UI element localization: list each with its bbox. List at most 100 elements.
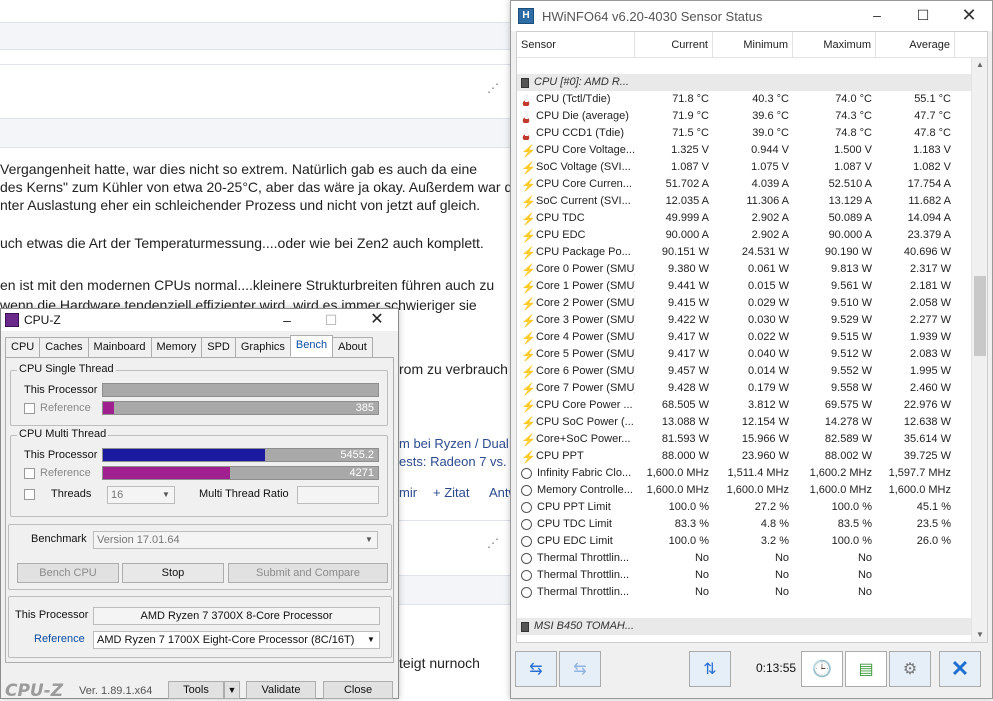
table-row[interactable]: ⚡ CPU EDC 90.000 A 2.902 A 90.000 A 23.379 A [517,227,987,244]
maximize-button[interactable]: ☐ [311,309,351,331]
sensor-group-header[interactable]: CPU [#0]: AMD R... [517,74,987,91]
table-row[interactable]: CPU EDC Limit 100.0 % 3.2 % 100.0 % 26.0 % [517,533,987,550]
column-header-maximum[interactable]: Maximum [793,32,876,57]
table-row[interactable]: Memory Controlle... 1,600.0 MHz 1,600.0 MH… [517,482,987,499]
maximize-button[interactable]: ☐ [900,1,946,31]
table-row[interactable]: Thermal Throttlin... No No No [517,550,987,567]
maximum-value: 74.8 °C [835,127,872,139]
sensor-name: CPU TDC Limit [537,518,612,530]
clock-icon[interactable]: 🕒 [801,651,843,687]
table-row[interactable]: ⚡ CPU SoC Power (... 13.088 W 12.154 W 14.27… [517,414,987,431]
average-value: 2.460 W [910,382,951,394]
table-row[interactable]: ⚡ Core 7 Power (SMU) 9.428 W 0.179 W 9.558 W… [517,380,987,397]
report-add-icon[interactable]: ▤ [845,651,887,687]
nav-right-left-icon[interactable]: ⇆ [559,651,601,687]
table-row[interactable]: ⚡ Core 3 Power (SMU) 9.422 W 0.030 W 9.529 W… [517,312,987,329]
tab-about[interactable]: About [332,337,373,357]
table-row[interactable]: ⚡ Core 5 Power (SMU) 9.417 W 0.040 W 9.512 W… [517,346,987,363]
reference-select[interactable]: AMD Ryzen 7 1700X Eight-Core Processor (… [93,631,380,649]
maximum-value: 90.190 W [824,246,872,258]
table-row[interactable]: CPU PPT Limit 100.0 % 27.2 % 100.0 % 45.1 % [517,499,987,516]
table-row[interactable]: CPU Die (average) 71.9 °C 39.6 °C 74.3 °C 47… [517,108,987,125]
validate-button[interactable]: Validate [246,681,316,699]
signature-link[interactable]: m bei Ryzen / Dual ch [399,436,526,451]
scroll-down-icon[interactable]: ▼ [974,630,986,642]
sensor-group-header[interactable]: MSI B450 TOMAH... [517,618,987,635]
table-row[interactable]: ⚡ Core 4 Power (SMU) 9.417 W 0.022 W 9.515 W… [517,329,987,346]
network-icon[interactable]: ⇅ [689,651,731,687]
minimize-button[interactable]: – [267,309,307,331]
column-header-average[interactable]: Average [876,32,955,57]
tab-graphics[interactable]: Graphics [234,337,291,357]
tools-button[interactable]: Tools [168,681,224,699]
tab-mainboard[interactable]: Mainboard [87,337,152,357]
close-button[interactable]: ✕ [946,1,992,31]
submit-compare-button[interactable]: Submit and Compare [228,563,388,583]
settings-icon[interactable]: ⚙ [889,651,931,687]
close-button[interactable]: Close [323,681,393,699]
tab-caches[interactable]: Caches [39,337,89,357]
reference-label: Reference [40,467,91,479]
table-row[interactable]: ⚡ SoC Voltage (SVI... 1.087 V 1.075 V 1.087 … [517,159,987,176]
table-row[interactable]: CPU (Tctl/Tdie) 71.8 °C 40.3 °C 74.0 °C 55.1… [517,91,987,108]
title-bar[interactable]: CPU-Z – ☐ ✕ [1,309,398,331]
close-button[interactable]: ✕ [357,309,397,331]
sensor-name: Core 2 Power (SMU) [536,297,635,309]
benchmark-version-select[interactable]: Version 17.01.64 ▼ [93,531,378,549]
vertical-scrollbar[interactable]: ▲ ▼ [971,58,987,642]
threads-select[interactable]: 16 ▼ [107,486,175,504]
minimize-button[interactable]: – [854,1,900,31]
table-row[interactable]: ⚡ Core+SoC Power... 81.593 W 15.966 W 82.589… [517,431,987,448]
scroll-thumb[interactable] [974,276,986,356]
nav-left-right-icon[interactable]: ⇆ [515,651,557,687]
table-row[interactable]: ⚡ CPU Package Po... 90.151 W 24.531 W 90.190… [517,244,987,261]
table-row[interactable]: CPU CCD1 (Tdie) 71.5 °C 39.0 °C 74.8 °C 47.8… [517,125,987,142]
reference-checkbox[interactable] [24,403,35,414]
column-header-sensor[interactable]: Sensor [517,32,635,57]
column-header-minimum[interactable]: Minimum [713,32,793,57]
minimum-value: 0.022 W [748,331,789,343]
chevron-down-icon: ▼ [367,635,375,644]
stop-button[interactable]: Stop [122,563,224,583]
table-row[interactable]: ⚡ CPU Core Curren... 51.702 A 4.039 A 52.510… [517,176,987,193]
like-link[interactable]: mir [399,485,417,500]
table-row[interactable]: Thermal Throttlin... No No No [517,584,987,601]
average-value: 39.725 W [903,450,951,462]
current-value: 9.422 W [668,314,709,326]
table-row[interactable]: CPU TDC Limit 83.3 % 4.8 % 83.5 % 23.5 % [517,516,987,533]
minimum-value: No [774,569,789,581]
table-row[interactable]: Infinity Fabric Clo... 1,600.0 MHz 1,511.4… [517,465,987,482]
table-row[interactable]: Thermal Throttlin... No No No [517,567,987,584]
tab-memory[interactable]: Memory [150,337,203,357]
maximum-value: 82.589 W [824,433,872,445]
table-row[interactable]: ⚡ CPU PPT 88.000 W 23.960 W 88.002 W 39.725 W [517,448,987,465]
close-icon[interactable]: ✕ [939,651,981,687]
table-row[interactable]: ⚡ Core 6 Power (SMU) 9.457 W 0.014 W 9.552 W… [517,363,987,380]
quote-link[interactable]: + Zitat [433,485,470,500]
clock-icon [521,485,532,496]
reference-checkbox[interactable] [24,468,35,479]
bench-cpu-button[interactable]: Bench CPU [17,563,119,583]
maximum-value: 69.575 W [824,399,872,411]
table-row[interactable]: ⚡ Core 0 Power (SMU) 9.380 W 0.061 W 9.813 W… [517,261,987,278]
scroll-up-icon[interactable]: ▲ [974,60,986,72]
table-row[interactable]: ⚡ SoC Current (SVI... 12.035 A 11.306 A 13.1… [517,193,987,210]
title-bar[interactable]: H HWiNFO64 v6.20-4030 Sensor Status – ☐ … [511,1,992,31]
table-row[interactable]: ⚡ CPU TDC 49.999 A 2.902 A 50.089 A 14.094 A [517,210,987,227]
tab-cpu[interactable]: CPU [5,337,41,357]
table-row[interactable]: ⚡ Core 1 Power (SMU) 9.441 W 0.015 W 9.561 W… [517,278,987,295]
share-icon[interactable]: ⋰ [487,81,499,95]
sensor-cell: ⚡ Core 4 Power (SMU) [517,329,635,346]
tab-spd[interactable]: SPD [201,337,236,357]
sensor-name: Thermal Throttlin... [537,586,630,598]
table-row[interactable]: ⚡ CPU Core Power ... 68.505 W 3.812 W 69.575… [517,397,987,414]
sensor-name: CPU Core Power ... [536,399,633,411]
tools-dropdown-icon[interactable]: ▼ [224,681,240,699]
thermometer-icon [521,127,531,140]
share-icon[interactable]: ⋰ [487,536,499,550]
column-header-current[interactable]: Current [635,32,713,57]
table-row[interactable]: ⚡ CPU Core Voltage... 1.325 V 0.944 V 1.500 … [517,142,987,159]
table-row[interactable]: ⚡ Core 2 Power (SMU) 9.415 W 0.029 W 9.510 W… [517,295,987,312]
threads-checkbox[interactable] [24,489,35,500]
tab-bench[interactable]: Bench [289,335,334,357]
